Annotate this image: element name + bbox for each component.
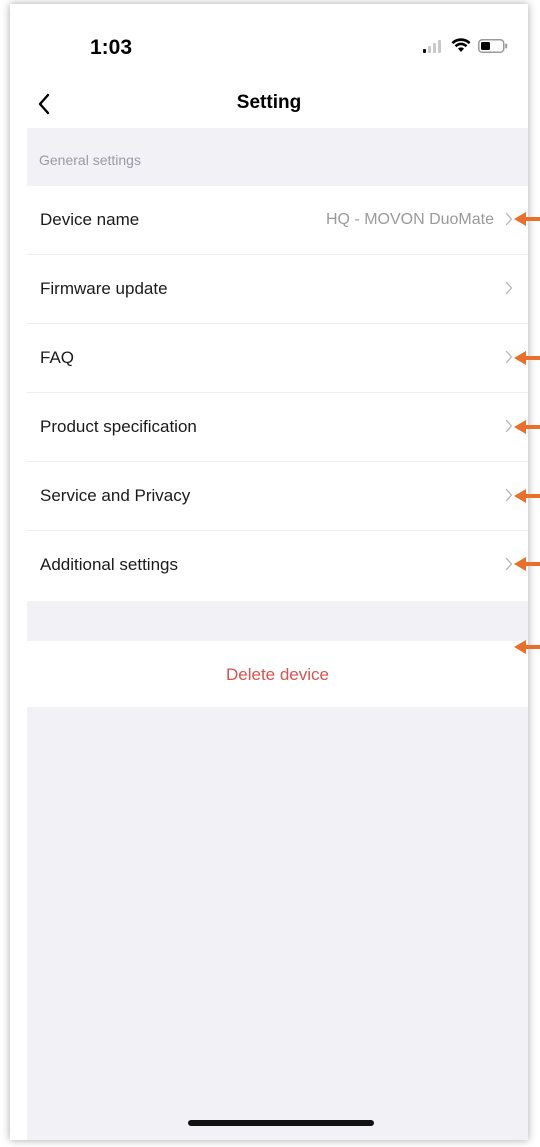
section-header: General settings bbox=[27, 128, 528, 186]
settings-row-product-specification[interactable]: Product specification bbox=[27, 393, 528, 462]
device-name-value: HQ - MOVON DuoMate bbox=[325, 211, 494, 228]
chevron-right-icon bbox=[505, 488, 513, 507]
section-header-label: General settings bbox=[39, 152, 141, 168]
annotation-arrow-icon bbox=[514, 489, 540, 503]
row-label: Firmware update bbox=[40, 279, 168, 298]
status-time: 1:03 bbox=[90, 36, 133, 59]
chevron-right-icon bbox=[505, 281, 513, 300]
home-indicator bbox=[188, 1120, 374, 1126]
delete-device-label: Delete device bbox=[225, 665, 329, 684]
annotation-arrow-icon bbox=[514, 420, 540, 434]
wifi-icon bbox=[451, 38, 471, 58]
section-spacer bbox=[27, 601, 528, 641]
row-label: FAQ bbox=[40, 348, 75, 367]
settings-row-faq[interactable]: FAQ bbox=[27, 324, 528, 393]
settings-row-firmware-update[interactable]: Firmware update bbox=[27, 255, 528, 324]
annotation-arrow-icon bbox=[514, 640, 540, 654]
row-label: Service and Privacy bbox=[40, 486, 191, 505]
battery-icon bbox=[478, 38, 508, 58]
row-label: Product specification bbox=[40, 417, 197, 436]
row-label: Device name bbox=[40, 210, 140, 229]
cellular-signal-icon bbox=[422, 39, 444, 58]
chevron-right-icon bbox=[505, 350, 513, 369]
status-bar: 1:03 bbox=[10, 4, 528, 84]
annotation-arrow-icon bbox=[514, 212, 540, 226]
phone-screen: 1:03 Setting General settings Device nam… bbox=[10, 4, 528, 1140]
settings-row-service-and-privacy[interactable]: Service and Privacy bbox=[27, 462, 528, 531]
settings-list: Device name HQ - MOVON DuoMate Firmware … bbox=[27, 186, 528, 600]
row-label: Additional settings bbox=[40, 555, 178, 574]
delete-device-button[interactable]: Delete device bbox=[27, 641, 528, 707]
page-title: Setting bbox=[236, 92, 302, 113]
chevron-right-icon bbox=[505, 557, 513, 576]
empty-area bbox=[27, 707, 528, 1140]
settings-row-additional-settings[interactable]: Additional settings bbox=[27, 531, 528, 600]
status-icons bbox=[422, 38, 508, 58]
chevron-right-icon bbox=[505, 419, 513, 438]
chevron-right-icon bbox=[505, 212, 513, 231]
annotation-arrow-icon bbox=[514, 351, 540, 365]
settings-row-device-name[interactable]: Device name HQ - MOVON DuoMate bbox=[27, 186, 528, 255]
nav-bar: Setting bbox=[10, 84, 528, 128]
annotation-arrow-icon bbox=[514, 557, 540, 571]
